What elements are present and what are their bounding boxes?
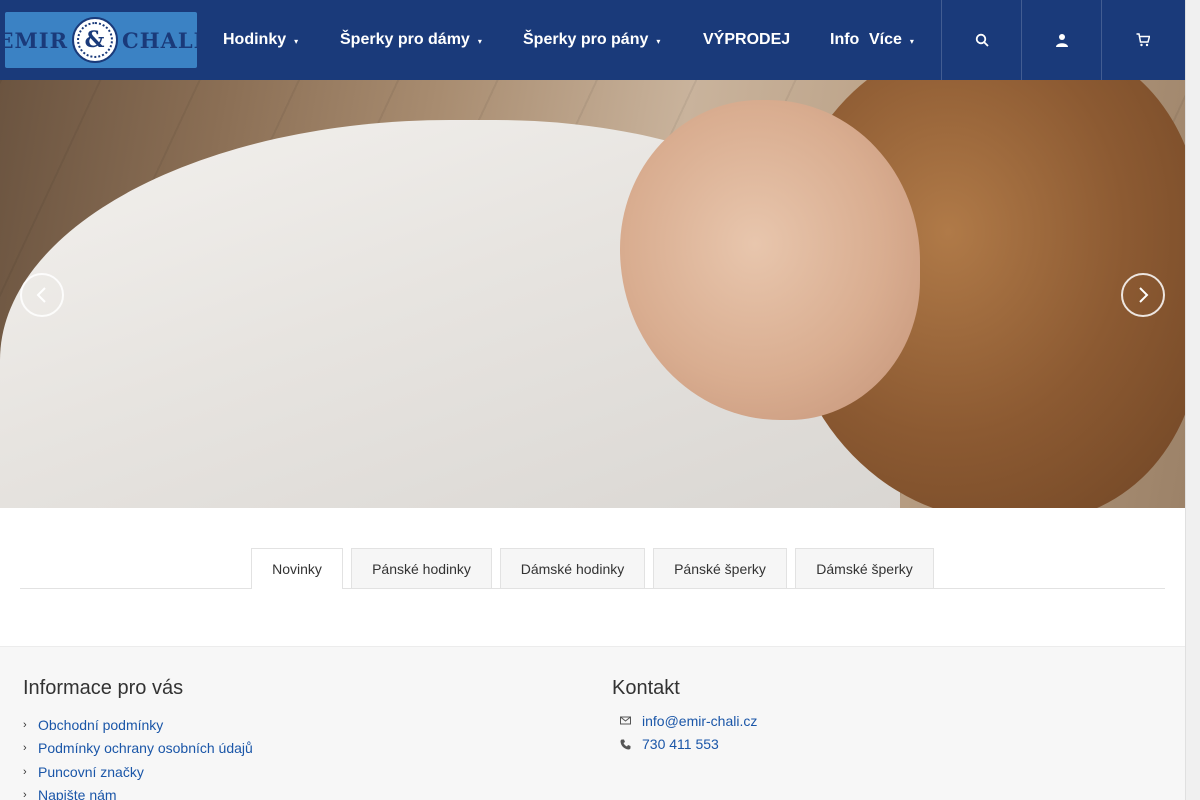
footer-link-item: › Obchodní podmínky xyxy=(23,713,253,737)
cart-icon xyxy=(1136,33,1150,47)
account-button[interactable] xyxy=(1021,0,1101,80)
footer-link-item: › Podmínky ochrany osobních údajů xyxy=(23,737,253,761)
chevron-down-icon: ▾ xyxy=(656,37,661,46)
envelope-icon xyxy=(612,715,642,726)
nav-item-label: Hodinky xyxy=(223,31,287,48)
contact-email-row: info@emir-chali.cz xyxy=(612,709,757,733)
chevron-right-icon: › xyxy=(23,742,27,755)
search-icon xyxy=(975,33,989,47)
chevron-right-icon xyxy=(1139,287,1149,303)
user-icon xyxy=(1055,34,1068,47)
chevron-right-icon: › xyxy=(23,718,27,731)
chevron-right-icon: › xyxy=(23,789,27,800)
logo-left-text: EMIR xyxy=(0,27,69,53)
tab-damske-sperky[interactable]: Dámské šperky xyxy=(795,548,934,588)
search-button[interactable] xyxy=(941,0,1021,80)
nav-item-label: VÝPRODEJ xyxy=(703,31,791,48)
nav-item-sperky-damy[interactable]: Šperky pro dámy ▾ xyxy=(340,31,482,49)
clock-icon: & xyxy=(72,17,119,63)
tab-panske-hodinky[interactable]: Pánské hodinky xyxy=(351,548,492,588)
site-footer: Informace pro vás › Obchodní podmínky › Po… xyxy=(0,646,1185,800)
contact-email-link[interactable]: info@emir-chali.cz xyxy=(642,713,757,729)
nav-item-hodinky[interactable]: Hodinky ▾ xyxy=(223,31,298,49)
nav-item-info[interactable]: Info xyxy=(830,31,859,49)
contact-phone-link[interactable]: 730 411 553 xyxy=(642,736,719,752)
footer-link-item: › Napište nám xyxy=(23,784,253,800)
chevron-left-icon xyxy=(36,287,46,303)
carousel-next-button[interactable] xyxy=(1121,273,1165,317)
footer-contact-title: Kontakt xyxy=(612,677,680,699)
nav-item-vyprodej[interactable]: VÝPRODEJ xyxy=(703,31,790,49)
logo-ampersand: & xyxy=(84,27,106,53)
chevron-right-icon: › xyxy=(23,765,27,778)
logo-right-text: CHALI xyxy=(122,27,205,53)
tab-panske-sperky[interactable]: Pánské šperky xyxy=(653,548,787,588)
chevron-down-icon: ▾ xyxy=(909,37,914,46)
nav-item-label: Šperky pro dámy xyxy=(340,31,470,48)
chevron-down-icon: ▾ xyxy=(294,37,299,46)
nav-item-sperky-pany[interactable]: Šperky pro pány ▾ xyxy=(523,31,660,49)
hero-banner xyxy=(0,80,1185,508)
page-scrollbar[interactable] xyxy=(1185,0,1200,800)
footer-contact-list: info@emir-chali.cz 730 411 553 xyxy=(612,709,757,756)
nav-item-vice[interactable]: Více ▾ xyxy=(869,31,914,49)
tab-damske-hodinky[interactable]: Dámské hodinky xyxy=(500,548,645,588)
link-napiste-nam[interactable]: Napište nám xyxy=(38,787,117,800)
nav-item-label: Více xyxy=(869,31,902,48)
contact-phone-row: 730 411 553 xyxy=(612,733,757,757)
chevron-down-icon: ▾ xyxy=(477,37,482,46)
phone-icon xyxy=(612,739,642,750)
nav-item-label: Šperky pro pány xyxy=(523,31,649,48)
footer-link-item: › Puncovní značky xyxy=(23,760,253,784)
footer-info-links: › Obchodní podmínky › Podmínky ochrany oso… xyxy=(23,713,253,800)
link-obchodni-podminky[interactable]: Obchodní podmínky xyxy=(38,717,163,733)
site-header: EMIR & CHALI Hodinky ▾ Šperky pro dámy ▾… xyxy=(0,0,1185,80)
footer-info-title: Informace pro vás xyxy=(23,677,184,699)
link-puncovni-znacky[interactable]: Puncovní značky xyxy=(38,764,144,780)
site-logo[interactable]: EMIR & CHALI xyxy=(0,12,203,68)
carousel-prev-button[interactable] xyxy=(20,273,64,317)
nav-item-label: Info xyxy=(830,31,860,48)
tab-novinky[interactable]: Novinky xyxy=(251,548,343,589)
tabs-baseline xyxy=(20,588,1165,589)
link-ochrana-udaju[interactable]: Podmínky ochrany osobních údajů xyxy=(38,740,253,756)
cart-button[interactable] xyxy=(1101,0,1183,80)
